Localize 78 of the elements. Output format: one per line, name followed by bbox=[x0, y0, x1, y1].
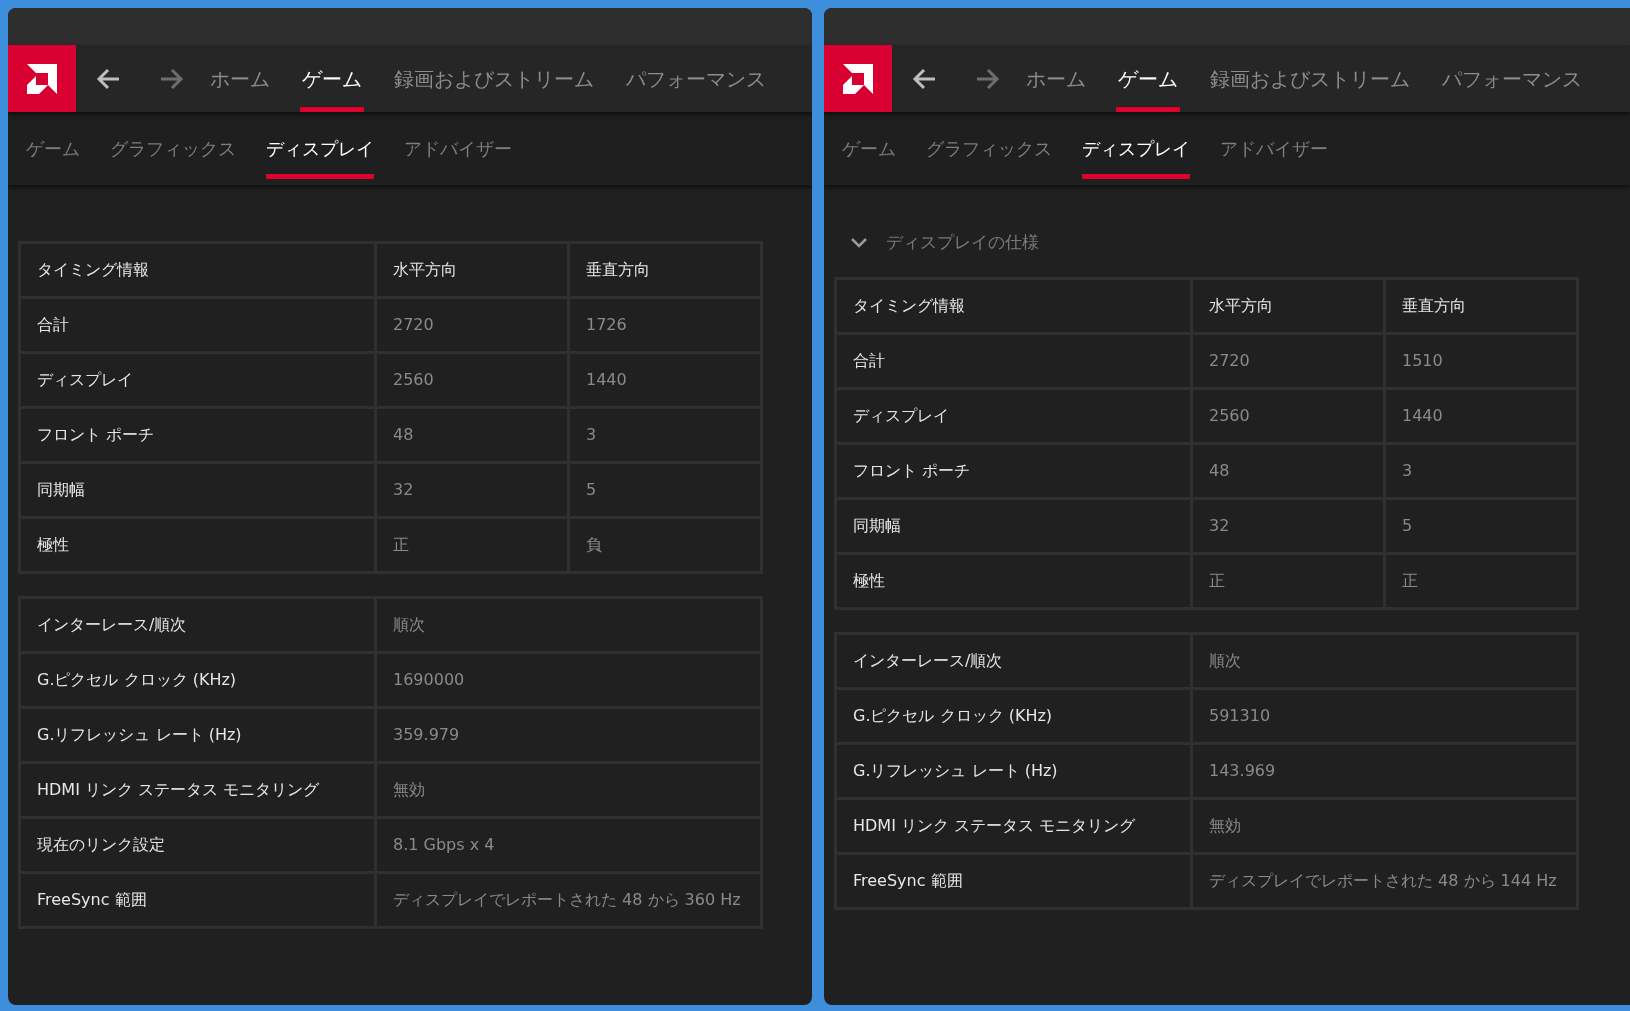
row-label: G.リフレッシュ レート (Hz) bbox=[19, 707, 376, 763]
column-header: 水平方向 bbox=[1191, 278, 1385, 334]
table-value: 3 bbox=[568, 407, 762, 463]
row-label: フロント ポーチ bbox=[835, 443, 1192, 499]
sub-tab[interactable]: アドバイザー bbox=[404, 112, 512, 185]
table-value: 無効 bbox=[1191, 798, 1578, 854]
row-label: G.リフレッシュ レート (Hz) bbox=[835, 743, 1192, 799]
nav-tab[interactable]: 録画およびストリーム bbox=[392, 45, 596, 112]
row-label: G.ピクセル クロック (KHz) bbox=[19, 652, 376, 708]
row-label: 合計 bbox=[835, 333, 1192, 389]
table-value: 2560 bbox=[1191, 388, 1385, 444]
row-label: インターレース/順次 bbox=[835, 633, 1192, 689]
table-value: 正 bbox=[375, 517, 569, 573]
row-label: FreeSync 範囲 bbox=[19, 872, 376, 928]
table-value: 負 bbox=[568, 517, 762, 573]
column-header: 水平方向 bbox=[375, 242, 569, 298]
nav-tab[interactable]: ホーム bbox=[1024, 45, 1088, 112]
logo-icon bbox=[824, 45, 892, 112]
table-value: ディスプレイでレポートされた 48 から 144 Hz bbox=[1191, 853, 1578, 909]
table-value: 3 bbox=[1384, 443, 1578, 499]
row-label: 同期幅 bbox=[835, 498, 1192, 554]
column-header: タイミング情報 bbox=[19, 242, 376, 298]
row-label: FreeSync 範囲 bbox=[835, 853, 1192, 909]
sub-tab[interactable]: ゲーム bbox=[842, 112, 896, 185]
nav-tab[interactable]: ゲーム bbox=[1116, 45, 1180, 112]
table-value: 5 bbox=[1384, 498, 1578, 554]
row-label: ディスプレイ bbox=[835, 388, 1192, 444]
table-value: 48 bbox=[1191, 443, 1385, 499]
nav-tab[interactable]: パフォーマンス bbox=[1440, 45, 1584, 112]
row-label: インターレース/順次 bbox=[19, 597, 376, 653]
logo-icon bbox=[8, 45, 76, 112]
sub-tab[interactable]: ディスプレイ bbox=[1082, 112, 1190, 185]
table-value: 5 bbox=[568, 462, 762, 518]
table-value: 2720 bbox=[1191, 333, 1385, 389]
table-value: 359.979 bbox=[375, 707, 762, 763]
table-value: 順次 bbox=[1191, 633, 1578, 689]
table-value: 1440 bbox=[1384, 388, 1578, 444]
nav-tab[interactable]: ゲーム bbox=[300, 45, 364, 112]
table-value: 8.1 Gbps x 4 bbox=[375, 817, 762, 873]
row-label: 極性 bbox=[19, 517, 376, 573]
table-value: 32 bbox=[1191, 498, 1385, 554]
sub-tab[interactable]: グラフィックス bbox=[926, 112, 1052, 185]
table-value: 143.969 bbox=[1191, 743, 1578, 799]
table-value: ディスプレイでレポートされた 48 から 360 Hz bbox=[375, 872, 762, 928]
column-header: 垂直方向 bbox=[568, 242, 762, 298]
row-label: 同期幅 bbox=[19, 462, 376, 518]
table-value: 1510 bbox=[1384, 333, 1578, 389]
nav-tab[interactable]: 録画およびストリーム bbox=[1208, 45, 1412, 112]
row-label: 現在のリンク設定 bbox=[19, 817, 376, 873]
column-header: タイミング情報 bbox=[835, 278, 1192, 334]
table-value: 正 bbox=[1384, 553, 1578, 609]
column-header: 垂直方向 bbox=[1384, 278, 1578, 334]
sub-tab[interactable]: ディスプレイ bbox=[266, 112, 374, 185]
nav-tab[interactable]: ホーム bbox=[208, 45, 272, 112]
table-value: 48 bbox=[375, 407, 569, 463]
chevron-icon[interactable] bbox=[850, 237, 868, 249]
table-value: 正 bbox=[1191, 553, 1385, 609]
row-label: HDMI リンク ステータス モニタリング bbox=[19, 762, 376, 818]
sub-tab[interactable]: ゲーム bbox=[26, 112, 80, 185]
row-label: フロント ポーチ bbox=[19, 407, 376, 463]
sub-tab[interactable]: グラフィックス bbox=[110, 112, 236, 185]
row-label: 極性 bbox=[835, 553, 1192, 609]
table-value: 無効 bbox=[375, 762, 762, 818]
table-value: 1440 bbox=[568, 352, 762, 408]
table-value: 1690000 bbox=[375, 652, 762, 708]
table-value: 32 bbox=[375, 462, 569, 518]
nav-tab[interactable]: パフォーマンス bbox=[624, 45, 768, 112]
table-value: 1726 bbox=[568, 297, 762, 353]
row-label: G.ピクセル クロック (KHz) bbox=[835, 688, 1192, 744]
table-value: 順次 bbox=[375, 597, 762, 653]
sub-tab[interactable]: アドバイザー bbox=[1220, 112, 1328, 185]
table-value: 2560 bbox=[375, 352, 569, 408]
row-label: ディスプレイ bbox=[19, 352, 376, 408]
row-label: 合計 bbox=[19, 297, 376, 353]
section-title[interactable]: ディスプレイの仕様 bbox=[886, 230, 1039, 256]
table-value: 591310 bbox=[1191, 688, 1578, 744]
table-value: 2720 bbox=[375, 297, 569, 353]
row-label: HDMI リンク ステータス モニタリング bbox=[835, 798, 1192, 854]
